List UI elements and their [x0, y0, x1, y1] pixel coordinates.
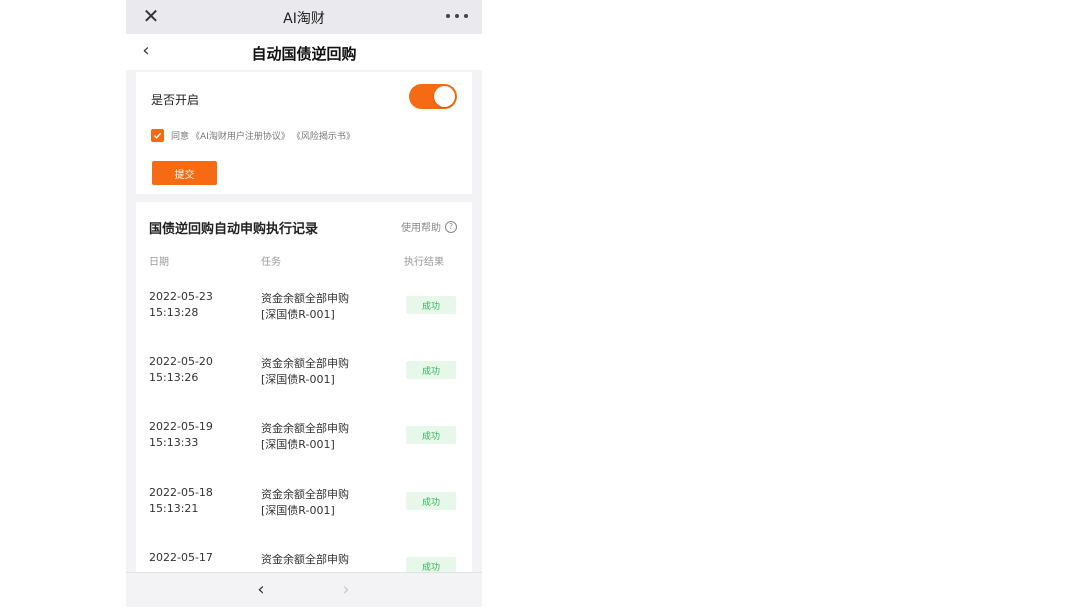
record-date: 2022-05-17 — [149, 551, 213, 564]
help-icon: ? — [445, 220, 457, 233]
record-time: 15:13:33 — [149, 436, 199, 449]
app-top-bar: ✕ AI淘财 — [126, 0, 482, 34]
record-time: 15:13:26 — [149, 371, 199, 384]
column-header-date: 日期 — [149, 257, 169, 268]
submit-button[interactable]: 提交 — [152, 161, 217, 185]
checkmark-icon — [153, 132, 162, 139]
record-row: 2022-05-17 资金余额全部申购 成功 — [136, 551, 472, 574]
agreement-row: 同意 《AI淘财用户注册协议》 《风险揭示书》 — [151, 129, 357, 142]
chevron-right-icon: › — [342, 579, 350, 600]
record-task-code: [深国债R-001] — [261, 373, 335, 386]
record-row: 2022-05-20 15:13:26 资金余额全部申购 [深国债R-001] … — [136, 355, 472, 405]
phone-screen: ✕ AI淘财 ‹ 自动国债逆回购 是否开启 同意 《AI淘财用户注册协议》 《风… — [126, 0, 482, 607]
record-task: 资金余额全部申购 — [261, 553, 349, 566]
record-date: 2022-05-19 — [149, 420, 213, 433]
help-label: 使用帮助 — [401, 223, 441, 234]
record-date: 2022-05-18 — [149, 486, 213, 499]
record-row: 2022-05-18 15:13:21 资金余额全部申购 [深国债R-001] … — [136, 486, 472, 536]
more-icon[interactable] — [446, 8, 468, 24]
status-badge: 成功 — [406, 361, 456, 379]
record-date: 2022-05-20 — [149, 355, 213, 368]
record-task: 资金余额全部申购 — [261, 422, 349, 435]
record-time: 15:13:21 — [149, 502, 199, 515]
status-badge: 成功 — [406, 492, 456, 510]
page-title: 自动国债逆回购 — [251, 45, 357, 63]
column-header-result: 执行结果 — [404, 257, 444, 268]
toggle-knob — [434, 86, 455, 107]
record-row: 2022-05-19 15:13:33 资金余额全部申购 [深国债R-001] … — [136, 420, 472, 470]
record-task: 资金余额全部申购 — [261, 292, 349, 305]
agree-prefix: 同意 — [171, 132, 190, 142]
agreement-link-registration[interactable]: 《AI淘财用户注册协议》 — [191, 129, 290, 142]
agreement-link-risk[interactable]: 《风险揭示书》 — [292, 129, 355, 142]
record-row: 2022-05-23 15:13:28 资金余额全部申购 [深国债R-001] … — [136, 290, 472, 340]
enable-label: 是否开启 — [151, 93, 200, 107]
record-task: 资金余额全部申购 — [261, 357, 349, 370]
agree-checkbox[interactable] — [151, 129, 164, 142]
records-title: 国债逆回购自动申购执行记录 — [149, 222, 319, 237]
record-date: 2022-05-23 — [149, 290, 213, 303]
records-card: 国债逆回购自动申购执行记录 使用帮助 ? 日期 任务 执行结果 2022-05-… — [136, 202, 472, 574]
enable-toggle[interactable] — [409, 84, 457, 109]
record-task-code: [深国债R-001] — [261, 438, 335, 451]
help-link[interactable]: 使用帮助 ? — [401, 219, 457, 234]
record-time: 15:13:28 — [149, 306, 199, 319]
app-title: AI淘财 — [283, 11, 325, 27]
status-badge: 成功 — [406, 296, 456, 314]
record-task: 资金余额全部申购 — [261, 488, 349, 501]
status-badge: 成功 — [406, 426, 456, 444]
chevron-left-icon[interactable]: ‹ — [251, 579, 271, 601]
browser-bottom-bar: ‹ › — [126, 572, 482, 607]
settings-card: 是否开启 同意 《AI淘财用户注册协议》 《风险揭示书》 提交 — [136, 72, 472, 194]
record-task-code: [深国债R-001] — [261, 308, 335, 321]
nav-bar: ‹ 自动国债逆回购 — [126, 34, 482, 70]
record-task-code: [深国债R-001] — [261, 504, 335, 517]
column-header-task: 任务 — [261, 257, 281, 268]
